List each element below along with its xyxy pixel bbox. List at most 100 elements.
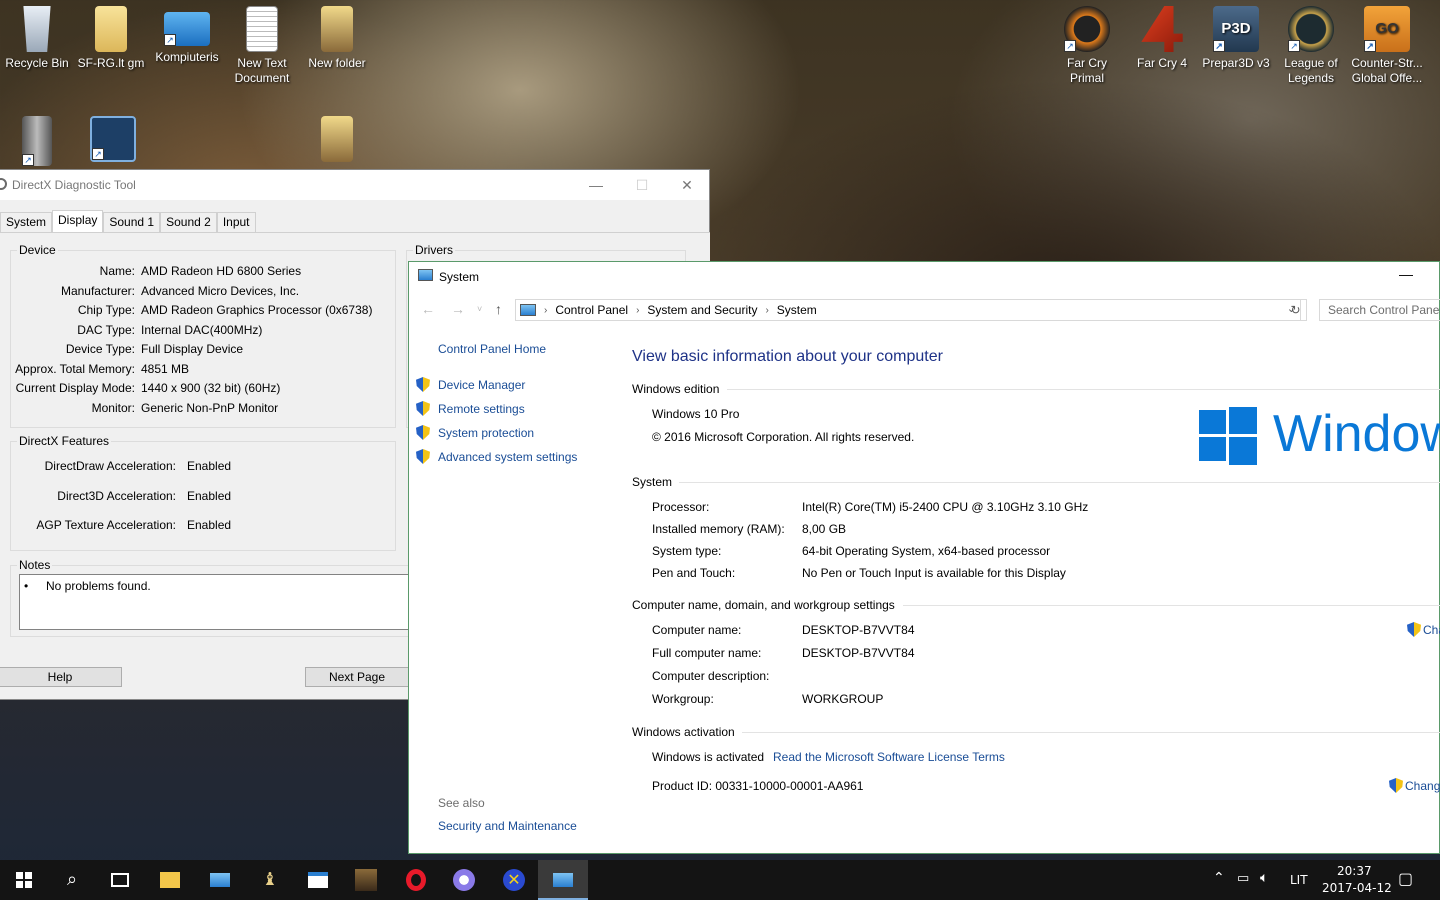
taskbar-file-explorer[interactable] (146, 860, 194, 900)
forward-arrow-icon[interactable]: → (451, 301, 465, 317)
section-divider (742, 732, 1440, 733)
desktop-icon-league-of-legends[interactable]: ↗ League of Legends (1274, 0, 1348, 86)
taskbar-bittorrent[interactable] (440, 860, 488, 900)
tab-sound-2[interactable]: Sound 2 (160, 212, 217, 232)
windows-logo-icon (1199, 407, 1257, 465)
tab-display[interactable]: Display (52, 210, 104, 232)
taskbar-app-x[interactable]: ✕ (490, 860, 538, 900)
tab-system[interactable]: System (0, 212, 53, 232)
desktop-icon-kompiuteris[interactable]: ↗ Kompiuteris (150, 0, 224, 65)
device-field-label: DAC Type: (77, 322, 135, 337)
next-page-button[interactable]: Next Page (305, 667, 409, 687)
shield-icon (1389, 778, 1403, 793)
change-settings-link[interactable]: Cha (1423, 623, 1440, 637)
help-button[interactable]: Help (0, 667, 122, 687)
taskbar-app-chess[interactable]: ♝ (246, 860, 294, 900)
windows-start-icon (16, 872, 32, 888)
windows-edition-heading: Windows edition (632, 382, 720, 396)
copyright-text: © 2016 Microsoft Corporation. All rights… (652, 430, 915, 444)
volume-icon[interactable]: 🔈︎ (1260, 870, 1268, 886)
security-and-maintenance-link[interactable]: Security and Maintenance (438, 819, 577, 833)
desktop-icon-far-cry-4[interactable]: Far Cry 4 (1125, 0, 1199, 71)
back-arrow-icon[interactable]: ← (421, 301, 435, 317)
taskbar-computer[interactable] (196, 860, 244, 900)
input-language[interactable]: LIT (1290, 873, 1308, 887)
taskbar-app-window[interactable] (294, 860, 342, 900)
system-field-value: No Pen or Touch Input is available for t… (802, 566, 1066, 580)
start-button[interactable] (0, 860, 48, 900)
minimize-button[interactable]: — (1399, 266, 1413, 282)
desktop-icon-prepar3d[interactable]: P3D ↗ Prepar3D v3 (1199, 0, 1273, 71)
close-button[interactable]: ✕ (664, 170, 710, 200)
desktop-icon-folder-2[interactable] (300, 110, 374, 166)
taskbar-system-active[interactable] (538, 860, 588, 900)
shortcut-arrow-icon: ↗ (1064, 40, 1076, 52)
taskbar-opera[interactable] (392, 860, 440, 900)
desktop-icon-label: Counter-Str... Global Offe... (1351, 56, 1423, 85)
system-titlebar[interactable]: System — (409, 262, 1439, 292)
desktop-icon-label: SF-RG.lt gm (77, 56, 145, 70)
computer-name-field-label: Workgroup: (652, 692, 714, 706)
dxdiag-title: DirectX Diagnostic Tool (12, 178, 136, 192)
counter-strike-icon: GO ↗ (1364, 6, 1410, 52)
desktop-icon-far-cry-primal[interactable]: ↗ Far Cry Primal (1050, 0, 1124, 86)
breadcrumb-control-panel[interactable]: Control Panel (555, 303, 628, 317)
refresh-icon[interactable]: ↻ (1285, 299, 1307, 321)
system-app-icon (418, 269, 433, 281)
clock-date[interactable]: 2017-04-12 (1322, 881, 1392, 895)
minimize-button[interactable]: — (573, 170, 619, 200)
feature-label: DirectDraw Acceleration: (44, 459, 176, 473)
desktop-icon-label: Far Cry Primal (1067, 56, 1107, 85)
notes-box[interactable]: • No problems found. (19, 574, 410, 630)
computer-name-field-label: Full computer name: (652, 646, 762, 660)
windows-activation-heading: Windows activation (632, 725, 735, 739)
address-bar[interactable]: › Control Panel › System and Security › … (515, 299, 1301, 321)
up-arrow-icon[interactable]: ↑ (495, 301, 502, 317)
device-field-value: 4851 MB (141, 361, 190, 376)
windows-edition-value: Windows 10 Pro (652, 407, 740, 421)
computer-name-field-value: DESKTOP-B7VVT84 (802, 646, 915, 660)
dxdiag-titlebar[interactable]: DirectX Diagnostic Tool — ☐ ✕ (0, 170, 709, 200)
tab-sound-1[interactable]: Sound 1 (103, 212, 161, 232)
device-manager-link[interactable]: Device Manager (438, 378, 525, 392)
device-field-value: AMD Radeon Graphics Processor (0x6738) (141, 303, 373, 317)
desktop-icon-sf-rg[interactable]: SF-RG.lt gm (74, 0, 148, 71)
license-terms-link[interactable]: Read the Microsoft Software License Term… (773, 750, 1005, 764)
recent-locations-chevron-icon[interactable]: ˅ (477, 304, 482, 314)
device-field-value: AMD Radeon HD 6800 Series (141, 264, 302, 278)
desktop-icon-counter-strike[interactable]: GO ↗ Counter-Str... Global Offe... (1350, 0, 1424, 86)
system-protection-link[interactable]: System protection (438, 426, 534, 440)
network-icon[interactable]: ▭ (1237, 871, 1249, 886)
shield-icon (416, 449, 430, 464)
chess-piece-icon: ♝ (261, 869, 279, 890)
breadcrumb-system-and-security[interactable]: System and Security (647, 303, 757, 317)
desktop-icon-new-text-document[interactable]: New Text Document (225, 0, 299, 86)
notes-bullet: • (24, 579, 29, 593)
advanced-system-settings-link[interactable]: Advanced system settings (438, 450, 577, 464)
action-center-icon[interactable]: ▢ (1398, 869, 1413, 888)
remote-settings-link[interactable]: Remote settings (438, 402, 525, 416)
system-field-label: Installed memory (RAM): (652, 522, 785, 536)
change-product-key-link[interactable]: Chang (1405, 779, 1440, 793)
task-view-button[interactable] (96, 860, 144, 900)
tab-input[interactable]: Input (216, 212, 256, 232)
system-window[interactable]: System — ← → ˅ ↑ › Control Panel › Syste… (408, 261, 1440, 854)
desktop-icon-video[interactable]: ↗ (76, 110, 150, 166)
maximize-button[interactable]: ☐ (619, 170, 665, 200)
system-title: System (439, 270, 480, 284)
taskbar-app-game[interactable] (342, 860, 390, 900)
desktop-icon-server[interactable]: ↗ (0, 110, 74, 170)
shortcut-arrow-icon: ↗ (22, 154, 34, 166)
device-group-title: Device (17, 243, 58, 257)
control-panel-home-link[interactable]: Control Panel Home (438, 342, 546, 356)
clock-time[interactable]: 20:37 (1337, 864, 1372, 878)
desktop-icon-recycle-bin[interactable]: Recycle Bin (0, 0, 74, 71)
search-input[interactable]: Search Control Panel (1319, 299, 1440, 321)
bittorrent-icon (453, 869, 475, 891)
device-field-value: Advanced Micro Devices, Inc. (141, 283, 300, 298)
show-hidden-icons-chevron-icon[interactable]: ⌃ (1213, 870, 1225, 886)
device-field-label: Manufacturer: (60, 283, 135, 298)
breadcrumb-system[interactable]: System (777, 303, 817, 317)
search-button[interactable]: ⌕ (48, 860, 96, 900)
desktop-icon-new-folder[interactable]: New folder (300, 0, 374, 71)
